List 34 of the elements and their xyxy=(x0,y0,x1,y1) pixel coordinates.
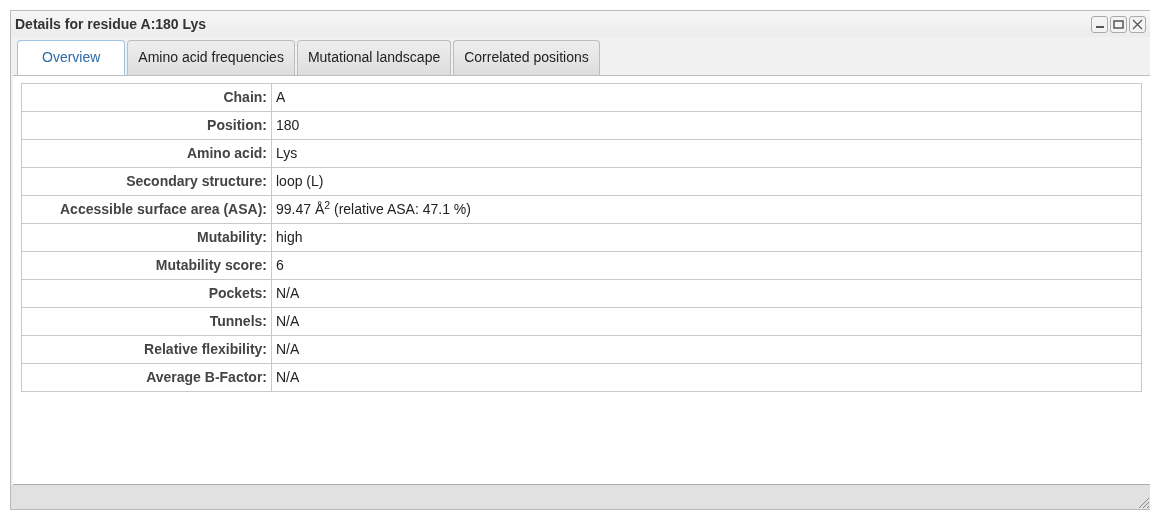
field-value: 99.47 Å$^{2}$ (relative ASA: 47.1 %) xyxy=(271,195,1142,224)
field-value: Lys xyxy=(271,139,1142,168)
field-label: Chain: xyxy=(21,83,272,112)
close-button[interactable] xyxy=(1129,15,1146,33)
minimize-icon xyxy=(1095,26,1104,28)
field-label: Position: xyxy=(21,111,272,140)
field-value: 180 xyxy=(271,111,1142,140)
field-label: Relative flexibility: xyxy=(21,335,272,364)
field-label: Amino acid: xyxy=(21,139,272,168)
maximize-icon xyxy=(1113,19,1124,29)
field-value: N/A xyxy=(271,307,1142,336)
field-value: N/A xyxy=(271,363,1142,392)
field-label: Mutability: xyxy=(21,223,272,252)
field-value: N/A xyxy=(271,335,1142,364)
field-value: A xyxy=(271,83,1142,112)
field-value: high xyxy=(271,223,1142,252)
close-icon xyxy=(1132,18,1143,30)
field-label: Accessible surface area (ASA): xyxy=(21,195,272,224)
tab[interactable]: Correlated positions xyxy=(453,40,600,75)
tab[interactable]: Mutational landscape xyxy=(296,40,452,75)
maximize-button[interactable] xyxy=(1110,15,1127,33)
tab[interactable]: Overview xyxy=(17,40,126,76)
field-value: 6 xyxy=(271,251,1142,280)
tab[interactable]: Amino acid frequencies xyxy=(127,40,295,75)
window-title: Details for residue A:180 Lys xyxy=(15,14,207,34)
field-label: Tunnels: xyxy=(21,307,272,336)
field-label: Secondary structure: xyxy=(21,167,272,196)
field-value: loop (L) xyxy=(271,167,1142,196)
minimize-button[interactable] xyxy=(1091,15,1108,33)
field-label: Pockets: xyxy=(21,279,272,308)
field-value: N/A xyxy=(271,279,1142,308)
field-label: Average B-Factor: xyxy=(21,363,272,392)
field-label: Mutability score: xyxy=(21,251,272,280)
resize-grip-icon[interactable] xyxy=(1136,495,1150,509)
